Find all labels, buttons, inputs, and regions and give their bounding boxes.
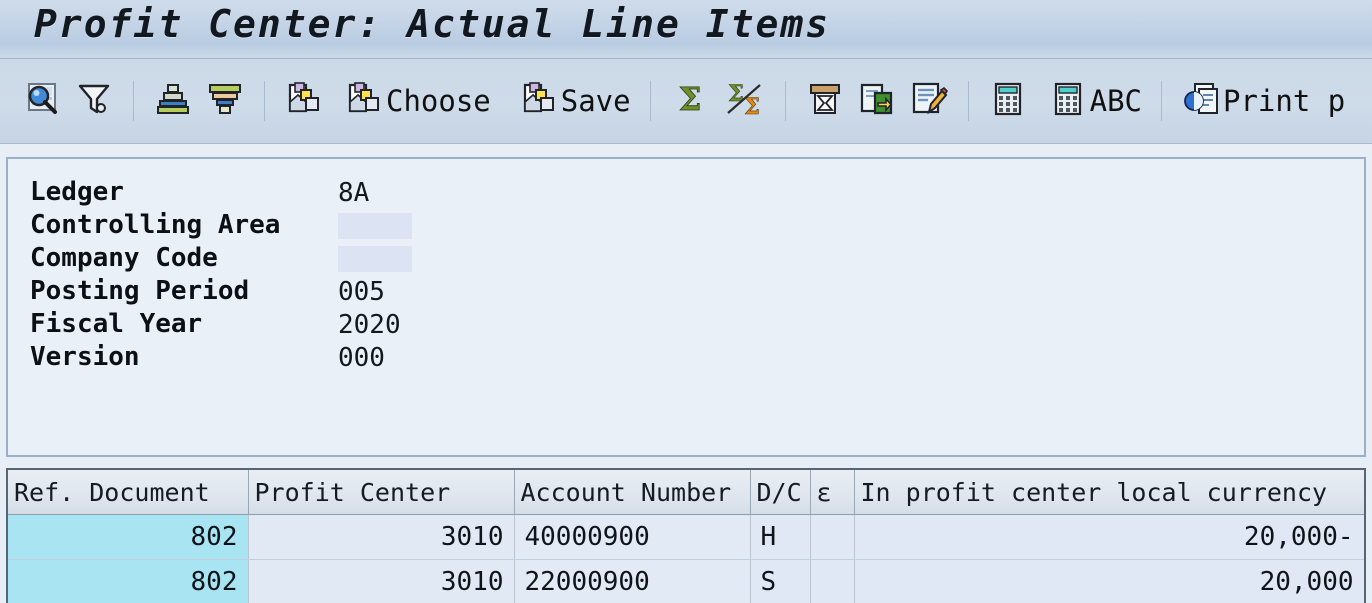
display-detail-button[interactable] <box>16 71 68 131</box>
table-row[interactable]: 802 3010 22000900 S 20,000 <box>8 559 1364 603</box>
cell-account-number[interactable]: 40000900 <box>514 514 751 560</box>
choose-layout-icon <box>344 79 384 124</box>
filter-funnel-icon <box>74 79 114 124</box>
line-items-table: Ref. Document Profit Center Account Numb… <box>8 470 1364 603</box>
cell-ref-document[interactable]: 802 <box>8 559 249 603</box>
export-button[interactable] <box>851 71 903 131</box>
calculator-button[interactable] <box>982 71 1034 131</box>
field-label-posting-period: Posting Period <box>30 276 250 306</box>
toolbar-separator <box>649 81 651 121</box>
cell-profit-center[interactable]: 3010 <box>248 514 515 560</box>
cell-profit-center[interactable]: 3010 <box>248 559 515 603</box>
sigma-total-icon: Σ <box>670 79 710 124</box>
cell-ref-document[interactable]: 802 <box>8 514 249 560</box>
selection-header-panel: Ledger 8A Controlling Area Company Code … <box>6 157 1366 457</box>
page-title: Profit Center: Actual Line Items <box>34 2 831 46</box>
save-layout-button[interactable]: Save <box>513 71 637 131</box>
field-value-posting-period: 005 <box>338 277 385 307</box>
abc-analysis-button[interactable]: ABC <box>1042 71 1148 131</box>
total-button[interactable]: Σ <box>664 71 716 131</box>
choose-button[interactable]: Choose <box>338 71 497 131</box>
export-arrow-icon <box>857 79 897 124</box>
abc-button-label: ABC <box>1089 84 1142 118</box>
set-filter-button[interactable] <box>68 71 120 131</box>
cell-sigma[interactable] <box>810 559 855 603</box>
print-preview-button[interactable]: Print p <box>1175 71 1351 131</box>
cell-debit-credit[interactable]: H <box>750 514 811 560</box>
cell-sigma[interactable] <box>810 514 855 560</box>
select-layout-button[interactable] <box>278 71 330 131</box>
toolbar-separator <box>784 81 786 121</box>
column-header-sigma[interactable]: ε <box>810 470 855 515</box>
line-items-grid: Ref. Document Profit Center Account Numb… <box>6 468 1366 603</box>
edit-pencil-icon <box>909 79 949 124</box>
column-header-profit-center[interactable]: Profit Center <box>248 470 515 515</box>
column-header-amount-local[interactable]: In profit center local currency <box>854 470 1364 515</box>
svg-text:Σ: Σ <box>678 80 701 118</box>
toolbar-separator <box>264 81 265 121</box>
field-label-ledger: Ledger <box>30 177 124 207</box>
sort-ascending-icon <box>153 79 193 124</box>
sigma-subtotal-icon: Σ Σ <box>722 79 766 124</box>
sort-descending-icon <box>205 79 245 124</box>
column-header-debit-credit[interactable]: D/C <box>750 470 811 515</box>
field-value-fiscal-year: 2020 <box>338 310 401 340</box>
hourglass-filter-icon <box>805 79 845 124</box>
column-header-account-number[interactable]: Account Number <box>514 470 751 515</box>
calculator-icon <box>988 79 1028 124</box>
choose-button-label: Choose <box>386 84 491 118</box>
toolbar-separator <box>133 81 134 121</box>
sort-descending-button[interactable] <box>199 71 251 131</box>
toolbar-separator <box>967 81 969 121</box>
sort-ascending-button[interactable] <box>147 71 199 131</box>
cell-account-number[interactable]: 22000900 <box>514 559 751 603</box>
choose-layout-icon <box>284 79 324 124</box>
hourglass-filter-button[interactable] <box>799 71 851 131</box>
company-code-input[interactable] <box>338 246 412 272</box>
table-header-row: Ref. Document Profit Center Account Numb… <box>8 470 1364 515</box>
application-toolbar: Choose Save Σ Σ Σ ABC Print p <box>0 59 1372 144</box>
sap-window: Profit Center: Actual Line Items Choose … <box>0 0 1372 603</box>
cell-amount-local[interactable]: 20,000- <box>854 514 1364 560</box>
print-preview-icon <box>1181 79 1221 124</box>
column-header-ref-document[interactable]: Ref. Document <box>8 470 249 515</box>
subtotal-button[interactable]: Σ Σ <box>716 71 772 131</box>
cell-debit-credit[interactable]: S <box>750 559 811 603</box>
calculator-icon <box>1048 79 1088 124</box>
save-layout-icon <box>519 79 559 124</box>
field-label-fiscal-year: Fiscal Year <box>30 309 203 339</box>
cell-amount-local[interactable]: 20,000 <box>854 559 1364 603</box>
controlling-area-input[interactable] <box>338 213 412 239</box>
print-preview-button-label: Print p <box>1223 84 1346 118</box>
table-row[interactable]: 802 3010 40000900 H 20,000- <box>8 514 1364 560</box>
field-label-controlling-area: Controlling Area <box>30 210 281 240</box>
svg-text:Σ: Σ <box>728 81 744 107</box>
field-label-version: Version <box>30 342 140 372</box>
field-label-company-code: Company Code <box>30 243 218 273</box>
field-value-ledger: 8A <box>338 178 370 208</box>
title-bar: Profit Center: Actual Line Items <box>0 0 1372 59</box>
change-layout-button[interactable] <box>903 71 955 131</box>
magnifier-detail-icon <box>22 79 62 124</box>
field-value-version: 000 <box>338 343 385 373</box>
toolbar-separator <box>1161 81 1162 121</box>
save-button-label: Save <box>560 84 631 118</box>
